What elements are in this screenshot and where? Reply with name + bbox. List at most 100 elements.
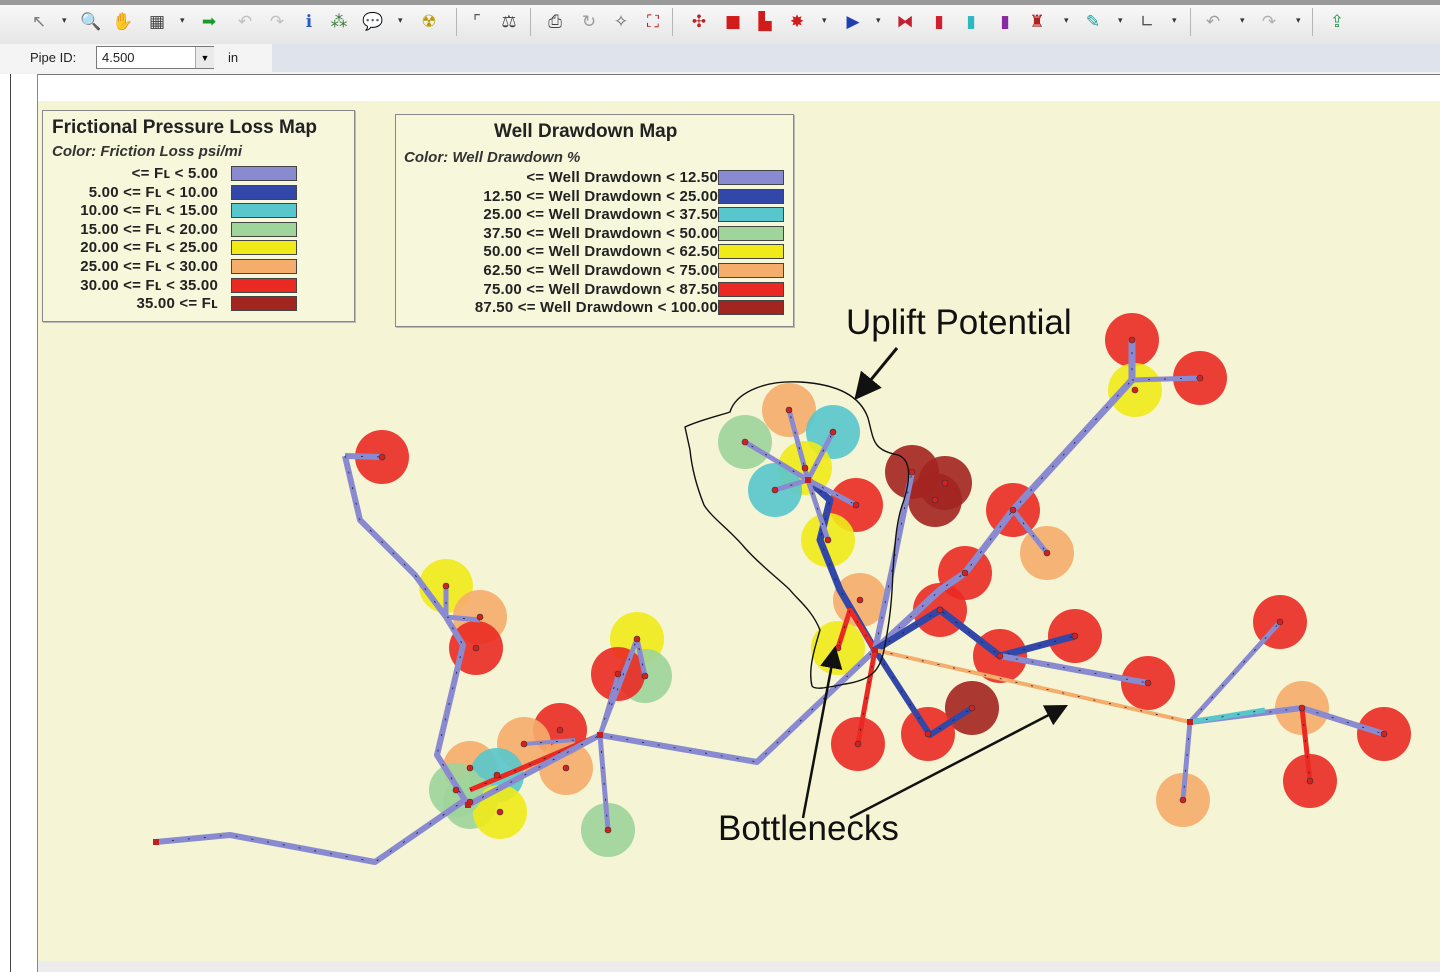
junction-node[interactable] — [805, 477, 811, 483]
well-node[interactable] — [771, 486, 779, 494]
axis-icon[interactable]: ∟ — [1136, 10, 1158, 34]
well-node[interactable] — [1306, 777, 1314, 785]
fit-extent-icon[interactable]: ⛶ — [642, 10, 664, 34]
well-node[interactable] — [854, 740, 862, 748]
well-node[interactable] — [931, 496, 939, 504]
well-node[interactable] — [633, 635, 641, 643]
undo-curve-icon[interactable]: ↶ — [234, 10, 256, 34]
junction-node[interactable] — [153, 839, 159, 845]
refresh-icon[interactable]: ↻ — [578, 10, 600, 34]
export-icon[interactable]: ⇪ — [1326, 10, 1348, 34]
well-node[interactable] — [1179, 796, 1187, 804]
toolbar-dropdown-arrow-icon[interactable]: ▾ — [876, 16, 884, 26]
well-node[interactable] — [614, 670, 622, 678]
network-map-canvas[interactable]: Frictional Pressure Loss Map Color: Fric… — [38, 101, 1440, 961]
well-node[interactable] — [996, 652, 1004, 660]
well-node[interactable] — [856, 596, 864, 604]
well-node[interactable] — [1128, 336, 1136, 344]
square-node-icon[interactable]: ■ — [722, 10, 744, 34]
well-node[interactable] — [378, 453, 386, 461]
well-node[interactable] — [496, 808, 504, 816]
well-node[interactable] — [562, 764, 570, 772]
toolbar-dropdown-arrow-icon[interactable]: ▾ — [398, 16, 406, 26]
well-node[interactable] — [852, 501, 860, 509]
well-node[interactable] — [924, 730, 932, 738]
well-node[interactable] — [442, 582, 450, 590]
well-node[interactable] — [556, 726, 564, 734]
well-node[interactable] — [1196, 374, 1204, 382]
scale-icon[interactable]: ⚖ — [498, 10, 520, 34]
radiation-icon[interactable]: ☢ — [418, 10, 440, 34]
drawdown-legend-color-swatch — [718, 188, 784, 204]
well-node[interactable] — [641, 672, 649, 680]
well-node[interactable] — [829, 428, 837, 436]
pipe-segment[interactable] — [1131, 375, 1201, 383]
well-node[interactable] — [1009, 506, 1017, 514]
well-node[interactable] — [1043, 549, 1051, 557]
print-icon[interactable]: ⎙ — [544, 10, 566, 34]
magic-wand-icon[interactable]: ✧ — [610, 10, 632, 34]
toolbar-dropdown-arrow-icon[interactable]: ▾ — [1296, 16, 1304, 26]
well-node[interactable] — [476, 613, 484, 621]
well-node[interactable] — [1071, 632, 1079, 640]
pipe-segment[interactable] — [1188, 620, 1282, 724]
corner-icon[interactable]: ⌜ — [466, 10, 488, 34]
valve-icon[interactable]: ⧓ — [894, 10, 916, 34]
burst-icon[interactable]: ✸ — [786, 10, 808, 34]
toolbar-dropdown-arrow-icon[interactable]: ▾ — [1240, 16, 1248, 26]
toolbar-dropdown-arrow-icon[interactable]: ▾ — [62, 16, 70, 26]
pump-icon[interactable]: ♜ — [1026, 10, 1048, 34]
redo-curve-icon[interactable]: ↷ — [266, 10, 288, 34]
comment-icon[interactable]: 💬 — [362, 10, 384, 34]
toolbar-dropdown-arrow-icon[interactable]: ▾ — [1064, 16, 1072, 26]
pipe-segment[interactable] — [344, 453, 383, 460]
junction-node[interactable] — [465, 802, 471, 808]
well-node[interactable] — [936, 606, 944, 614]
well-node[interactable] — [466, 764, 474, 772]
zoom-icon[interactable]: 🔍 — [80, 10, 102, 34]
junction-node[interactable] — [872, 647, 878, 653]
well-node[interactable] — [452, 786, 460, 794]
well-node[interactable] — [824, 536, 832, 544]
well-node[interactable] — [1131, 386, 1139, 394]
table-icon[interactable]: ▦ — [146, 10, 168, 34]
cyan-tank-icon[interactable]: ▮ — [960, 10, 982, 34]
go-arrow-icon[interactable]: ➡ — [198, 10, 220, 34]
well-node[interactable] — [472, 644, 480, 652]
well-node[interactable] — [1144, 679, 1152, 687]
network-icon[interactable]: ⁂ — [328, 10, 350, 34]
select-arrow-icon[interactable]: ↖ — [28, 10, 50, 34]
node-tool-icon[interactable]: ✣ — [688, 10, 710, 34]
well-node[interactable] — [520, 740, 528, 748]
toolbar-dropdown-arrow-icon[interactable]: ▾ — [1172, 16, 1180, 26]
well-node[interactable] — [801, 464, 809, 472]
well-node[interactable] — [604, 826, 612, 834]
pan-hand-icon[interactable]: ✋ — [112, 10, 134, 34]
well-node[interactable] — [941, 479, 949, 487]
junction-node[interactable] — [1187, 719, 1193, 725]
l-shape-icon[interactable]: ▙ — [754, 10, 776, 34]
well-node[interactable] — [1298, 704, 1306, 712]
toolbar-dropdown-arrow-icon[interactable]: ▾ — [1118, 16, 1126, 26]
well-node[interactable] — [961, 569, 969, 577]
undo-icon[interactable]: ↶ — [1202, 10, 1224, 34]
toolbar-dropdown-arrow-icon[interactable]: ▾ — [180, 16, 188, 26]
redo-icon[interactable]: ↷ — [1258, 10, 1280, 34]
pipe-id-dropdown-button[interactable]: ▼ — [195, 47, 214, 68]
play-icon[interactable]: ▶ — [842, 10, 864, 34]
well-node[interactable] — [785, 406, 793, 414]
well-node[interactable] — [834, 644, 842, 652]
well-node[interactable] — [1380, 730, 1388, 738]
pencil-icon[interactable]: ✎ — [1082, 10, 1104, 34]
toolbar-dropdown-arrow-icon[interactable]: ▾ — [822, 16, 830, 26]
well-node[interactable] — [741, 438, 749, 446]
info-icon[interactable]: ℹ — [298, 10, 320, 34]
well-node[interactable] — [493, 771, 501, 779]
well-node[interactable] — [968, 704, 976, 712]
red-tank-icon[interactable]: ▮ — [928, 10, 950, 34]
well-node[interactable] — [908, 468, 916, 476]
purple-tank-icon[interactable]: ▮ — [994, 10, 1016, 34]
junction-node[interactable] — [597, 732, 603, 738]
pipe-segment[interactable] — [155, 797, 467, 865]
well-node[interactable] — [1276, 618, 1284, 626]
